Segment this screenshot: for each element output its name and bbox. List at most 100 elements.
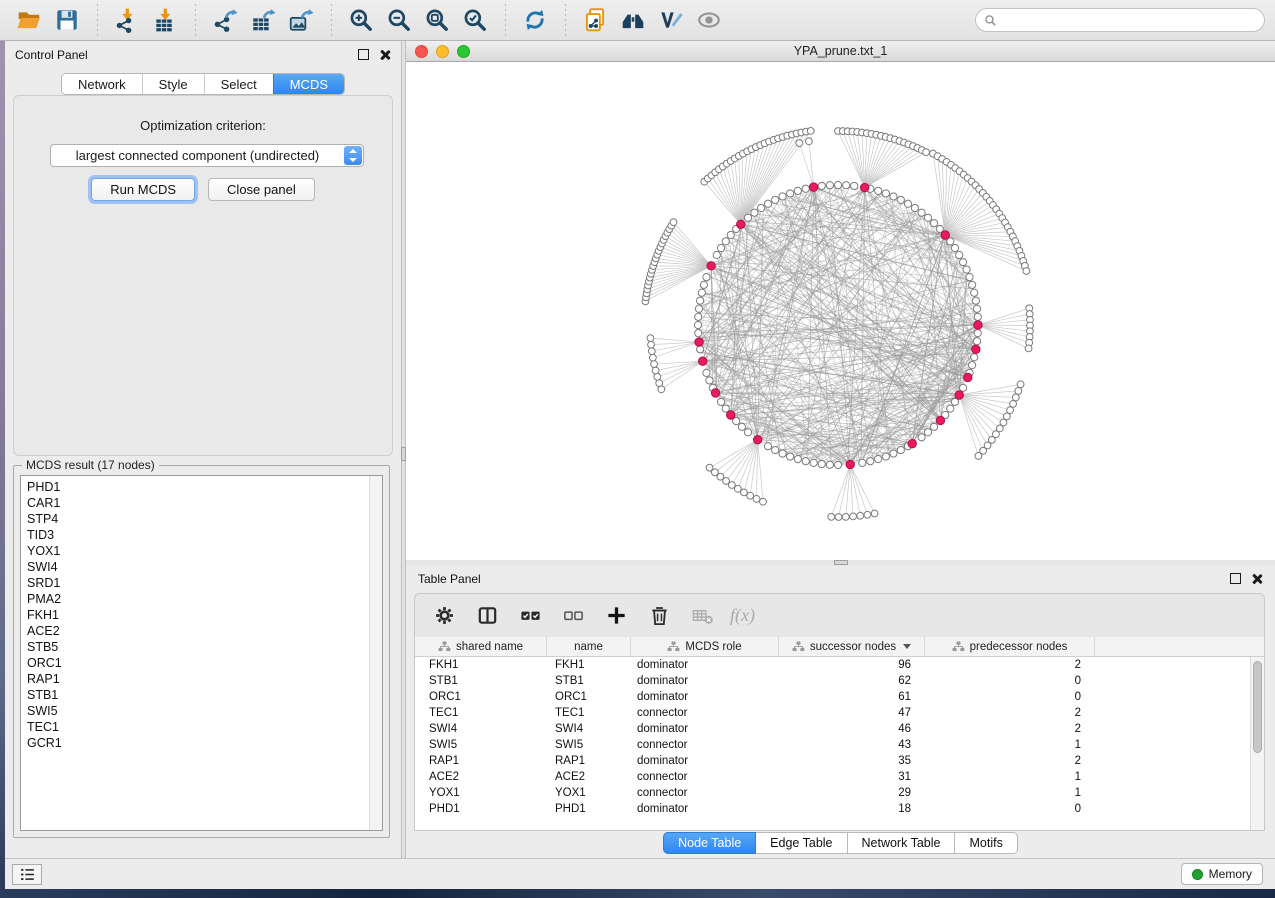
tab-select[interactable]: Select	[204, 74, 273, 94]
find-button[interactable]	[614, 3, 652, 37]
export-image-button[interactable]	[282, 3, 320, 37]
export-table-button[interactable]	[244, 3, 282, 37]
mcds-result-item[interactable]: FKH1	[27, 607, 369, 623]
table-row[interactable]: SWI5SWI5connector431	[415, 737, 1250, 753]
mcds-result-item[interactable]: ACE2	[27, 623, 369, 639]
optimization-criterion-select[interactable]: largest connected component (undirected)	[50, 144, 364, 167]
tab-style[interactable]: Style	[142, 74, 204, 94]
import-network-button[interactable]	[108, 3, 146, 37]
mcds-result-item[interactable]: SRD1	[27, 575, 369, 591]
network-window-titlebar[interactable]: YPA_prune.txt_1	[406, 41, 1275, 62]
apply-layout-button[interactable]	[516, 3, 554, 37]
float-panel-icon[interactable]	[358, 49, 369, 60]
table-row[interactable]: STB1STB1dominator620	[415, 673, 1250, 689]
tab-mcds[interactable]: MCDS	[273, 74, 344, 94]
column-header-name[interactable]: name	[547, 637, 631, 656]
deselect-all-button[interactable]	[558, 600, 588, 632]
mcds-result-item[interactable]: YOX1	[27, 543, 369, 559]
mcds-list-scrollbar[interactable]	[369, 476, 382, 830]
mcds-result-list[interactable]: PHD1CAR1STP4TID3YOX1SWI4SRD1PMA2FKH1ACE2…	[20, 475, 383, 831]
table-row[interactable]: ORC1ORC1dominator610	[415, 689, 1250, 705]
mcds-result-item[interactable]: PMA2	[27, 591, 369, 607]
delete-column-icon	[648, 604, 671, 627]
search-field[interactable]	[975, 8, 1265, 32]
mcds-result-item[interactable]: RAP1	[27, 671, 369, 687]
table-scrollbar-thumb[interactable]	[1253, 661, 1262, 753]
add-column-button[interactable]	[601, 600, 631, 632]
memory-button[interactable]: Memory	[1181, 863, 1263, 885]
column-label: MCDS role	[685, 641, 741, 653]
column-header-predecessor-nodes[interactable]: predecessor nodes	[925, 637, 1095, 656]
cell-shared_name: STB1	[415, 675, 547, 687]
table-options-button[interactable]	[429, 600, 459, 632]
close-panel-icon[interactable]	[379, 49, 391, 61]
zoom-out-button[interactable]	[380, 3, 418, 37]
table-scrollbar[interactable]	[1250, 657, 1264, 830]
export-table-icon	[250, 7, 276, 33]
close-panel-button[interactable]: Close panel	[208, 178, 315, 201]
table-panel-title: Table Panel	[418, 572, 481, 586]
mcds-result-item[interactable]: PHD1	[27, 479, 369, 495]
table-row[interactable]: ACE2ACE2connector311	[415, 769, 1250, 785]
select-all-button[interactable]	[515, 600, 545, 632]
main-toolbar	[0, 0, 1275, 41]
clone-network-button[interactable]	[576, 3, 614, 37]
mcds-result-item[interactable]: ORC1	[27, 655, 369, 671]
horizontal-splitter-grip[interactable]	[834, 560, 848, 565]
cell-name: FKH1	[547, 659, 631, 671]
mcds-result-item[interactable]: CAR1	[27, 495, 369, 511]
export-image-icon	[288, 7, 314, 33]
export-network-button[interactable]	[206, 3, 244, 37]
cell-mcds_role: dominator	[631, 803, 779, 815]
mcds-result-item[interactable]: TEC1	[27, 719, 369, 735]
clear-table-button	[687, 600, 717, 632]
network-canvas[interactable]	[406, 62, 1275, 560]
column-header-shared-name[interactable]: shared name	[415, 637, 547, 656]
save-session-button[interactable]	[48, 3, 86, 37]
delete-column-button[interactable]	[644, 600, 674, 632]
cell-mcds_role: dominator	[631, 659, 779, 671]
search-input[interactable]	[1002, 13, 1256, 27]
table-row[interactable]: FKH1FKH1dominator962	[415, 657, 1250, 673]
cell-successor_nodes: 47	[779, 707, 925, 719]
optimization-criterion-value: largest connected component (undirected)	[51, 148, 344, 163]
float-table-panel-icon[interactable]	[1230, 573, 1241, 584]
table-row[interactable]: RAP1RAP1dominator352	[415, 753, 1250, 769]
tab-edge-table[interactable]: Edge Table	[756, 832, 847, 854]
table-row[interactable]: TEC1TEC1connector472	[415, 705, 1250, 721]
column-header-successor-nodes[interactable]: successor nodes	[779, 637, 925, 656]
zoom-in-button[interactable]	[342, 3, 380, 37]
tab-node-table[interactable]: Node Table	[663, 832, 756, 854]
zoom-fit-button[interactable]	[418, 3, 456, 37]
cell-predecessor_nodes: 2	[925, 659, 1095, 671]
vizmapper-button[interactable]	[652, 3, 690, 37]
task-history-button[interactable]	[12, 864, 42, 885]
open-session-button[interactable]	[10, 3, 48, 37]
mcds-result-item[interactable]: GCR1	[27, 735, 369, 751]
zoom-selected-button[interactable]	[456, 3, 494, 37]
cell-name: SWI4	[547, 723, 631, 735]
cell-successor_nodes: 46	[779, 723, 925, 735]
mcds-result-item[interactable]: STB1	[27, 687, 369, 703]
run-mcds-button[interactable]: Run MCDS	[91, 178, 195, 201]
tab-network-table[interactable]: Network Table	[848, 832, 956, 854]
table-row[interactable]: YOX1YOX1connector291	[415, 785, 1250, 801]
mcds-result-item[interactable]: STB5	[27, 639, 369, 655]
tab-network[interactable]: Network	[62, 74, 142, 94]
cell-name: SWI5	[547, 739, 631, 751]
table-row[interactable]: PHD1PHD1dominator180	[415, 801, 1250, 817]
table-header-row: shared namename MCDS role successor nodesp…	[415, 637, 1264, 657]
mcds-result-item[interactable]: STP4	[27, 511, 369, 527]
tab-motifs[interactable]: Motifs	[955, 832, 1017, 854]
import-table-button[interactable]	[146, 3, 184, 37]
search-icon	[984, 14, 997, 27]
column-header-MCDS-role[interactable]: MCDS role	[631, 637, 779, 656]
mcds-result-item[interactable]: SWI4	[27, 559, 369, 575]
table-row[interactable]: SWI4SWI4dominator462	[415, 721, 1250, 737]
vizmapper-icon	[658, 7, 684, 33]
close-table-panel-icon[interactable]	[1251, 573, 1263, 585]
show-columns-button[interactable]	[472, 600, 502, 632]
mcds-result-item[interactable]: SWI5	[27, 703, 369, 719]
cell-mcds_role: dominator	[631, 723, 779, 735]
mcds-result-item[interactable]: TID3	[27, 527, 369, 543]
